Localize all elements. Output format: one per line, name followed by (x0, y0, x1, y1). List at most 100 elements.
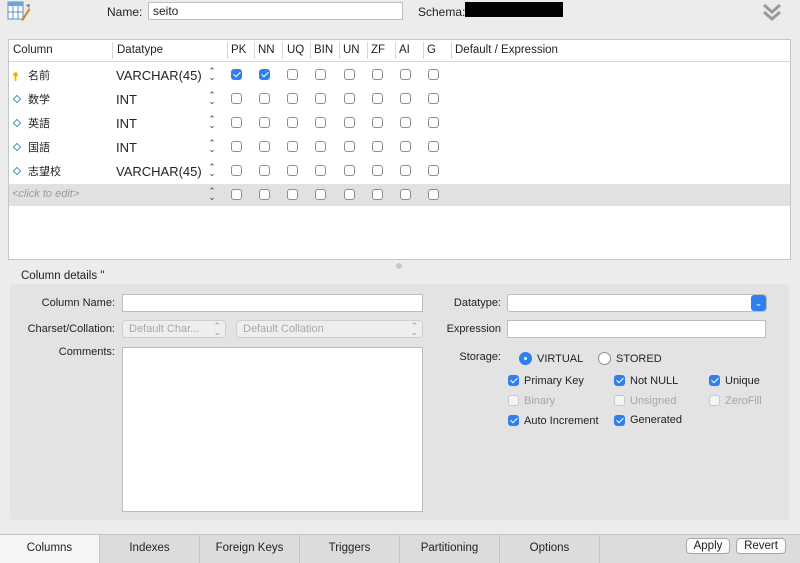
tab-partitioning[interactable]: Partitioning (400, 535, 500, 563)
header-g[interactable]: G (427, 44, 436, 56)
pk-checkbox[interactable] (231, 93, 242, 104)
header-zf[interactable]: ZF (371, 44, 385, 56)
column-datatype[interactable]: INT (116, 116, 137, 131)
bin-checkbox[interactable] (315, 93, 326, 104)
column-name[interactable]: 名前 (28, 67, 50, 83)
click-to-edit-placeholder[interactable]: <click to edit> (12, 188, 79, 200)
g-checkbox[interactable] (428, 69, 439, 80)
nn-checkbox[interactable] (259, 165, 270, 176)
new-column-row[interactable]: <click to edit> ⌃ ⌄ (9, 184, 790, 206)
un-checkbox[interactable] (344, 117, 355, 128)
table-row[interactable]: 英語 INT ⌃ ⌄ (9, 111, 790, 135)
table-row[interactable]: 名前 VARCHAR(45) ⌃ ⌄ (9, 63, 790, 87)
column-datatype[interactable]: VARCHAR(45) (116, 68, 202, 83)
table-name-input[interactable]: seito (148, 2, 403, 20)
primary-key-checkbox[interactable] (508, 375, 519, 386)
column-datatype[interactable]: VARCHAR(45) (116, 164, 202, 179)
tab-foreign-keys[interactable]: Foreign Keys (200, 535, 300, 563)
storage-virtual-radio[interactable] (519, 352, 532, 365)
binary-checkbox[interactable] (508, 395, 519, 406)
double-chevron-down-icon[interactable] (762, 2, 782, 22)
zf-checkbox[interactable] (372, 141, 383, 152)
header-default-expression[interactable]: Default / Expression (455, 44, 558, 56)
bin-checkbox[interactable] (315, 141, 326, 152)
collation-select[interactable]: Default Collation ⌃ ⌄ (236, 320, 423, 338)
bin-checkbox[interactable] (315, 165, 326, 176)
column-name[interactable]: 数学 (28, 91, 50, 107)
un-checkbox[interactable] (344, 165, 355, 176)
uq-checkbox[interactable] (287, 93, 298, 104)
ai-checkbox[interactable] (400, 93, 411, 104)
unsigned-checkbox[interactable] (614, 395, 625, 406)
tab-triggers[interactable]: Triggers (300, 535, 400, 563)
nn-checkbox[interactable] (259, 189, 270, 200)
chevron-down-icon[interactable]: ⌄ (751, 295, 766, 311)
ai-checkbox[interactable] (400, 165, 411, 176)
splitter-handle[interactable] (396, 263, 402, 269)
header-un[interactable]: UN (343, 44, 360, 56)
pk-checkbox[interactable] (231, 117, 242, 128)
uq-checkbox[interactable] (287, 141, 298, 152)
updown-chevron-icon[interactable]: ⌃ ⌄ (208, 67, 216, 82)
updown-chevron-icon[interactable]: ⌃ ⌄ (208, 91, 216, 106)
column-datatype[interactable]: INT (116, 92, 137, 107)
column-name[interactable]: 志望校 (28, 163, 61, 179)
updown-chevron-icon[interactable]: ⌃ ⌄ (208, 139, 216, 154)
expression-field[interactable] (507, 320, 766, 338)
ai-checkbox[interactable] (400, 141, 411, 152)
columns-grid[interactable]: Column Datatype PK NN UQ BIN UN ZF AI G … (8, 39, 791, 260)
header-nn[interactable]: NN (258, 44, 275, 56)
zf-checkbox[interactable] (372, 189, 383, 200)
zf-checkbox[interactable] (372, 165, 383, 176)
g-checkbox[interactable] (428, 141, 439, 152)
nn-checkbox[interactable] (259, 69, 270, 80)
zerofill-checkbox[interactable] (709, 395, 720, 406)
ai-checkbox[interactable] (400, 69, 411, 80)
updown-chevron-icon[interactable]: ⌃ ⌄ (208, 163, 216, 178)
un-checkbox[interactable] (344, 141, 355, 152)
generated-checkbox[interactable] (614, 415, 625, 426)
g-checkbox[interactable] (428, 117, 439, 128)
charset-select[interactable]: Default Char... ⌃ ⌄ (122, 320, 226, 338)
g-checkbox[interactable] (428, 165, 439, 176)
column-name[interactable]: 国語 (28, 139, 50, 155)
un-checkbox[interactable] (344, 189, 355, 200)
auto-increment-checkbox[interactable] (508, 415, 519, 426)
bin-checkbox[interactable] (315, 189, 326, 200)
column-name[interactable]: 英語 (28, 115, 50, 131)
table-row[interactable]: 国語 INT ⌃ ⌄ (9, 135, 790, 159)
zf-checkbox[interactable] (372, 93, 383, 104)
uq-checkbox[interactable] (287, 69, 298, 80)
column-datatype[interactable]: INT (116, 140, 137, 155)
pk-checkbox[interactable] (231, 189, 242, 200)
nn-checkbox[interactable] (259, 141, 270, 152)
bin-checkbox[interactable] (315, 117, 326, 128)
tab-options[interactable]: Options (500, 535, 600, 563)
table-row[interactable]: 数学 INT ⌃ ⌄ (9, 87, 790, 111)
header-column[interactable]: Column (13, 44, 53, 56)
header-uq[interactable]: UQ (287, 44, 304, 56)
pk-checkbox[interactable] (231, 141, 242, 152)
un-checkbox[interactable] (344, 69, 355, 80)
datatype-select[interactable]: ⌄ (507, 294, 767, 312)
header-ai[interactable]: AI (399, 44, 410, 56)
un-checkbox[interactable] (344, 93, 355, 104)
header-bin[interactable]: BIN (314, 44, 333, 56)
g-checkbox[interactable] (428, 189, 439, 200)
nn-checkbox[interactable] (259, 117, 270, 128)
unique-checkbox[interactable] (709, 375, 720, 386)
zf-checkbox[interactable] (372, 117, 383, 128)
ai-checkbox[interactable] (400, 117, 411, 128)
updown-chevron-icon[interactable]: ⌃ ⌄ (208, 115, 216, 130)
zf-checkbox[interactable] (372, 69, 383, 80)
pk-checkbox[interactable] (231, 165, 242, 176)
uq-checkbox[interactable] (287, 165, 298, 176)
uq-checkbox[interactable] (287, 117, 298, 128)
storage-stored-radio[interactable] (598, 352, 611, 365)
revert-button[interactable]: Revert (736, 538, 786, 554)
table-row[interactable]: 志望校 VARCHAR(45) ⌃ ⌄ (9, 159, 790, 183)
comments-textarea[interactable] (122, 347, 423, 512)
uq-checkbox[interactable] (287, 189, 298, 200)
nn-checkbox[interactable] (259, 93, 270, 104)
column-name-field[interactable] (122, 294, 423, 312)
